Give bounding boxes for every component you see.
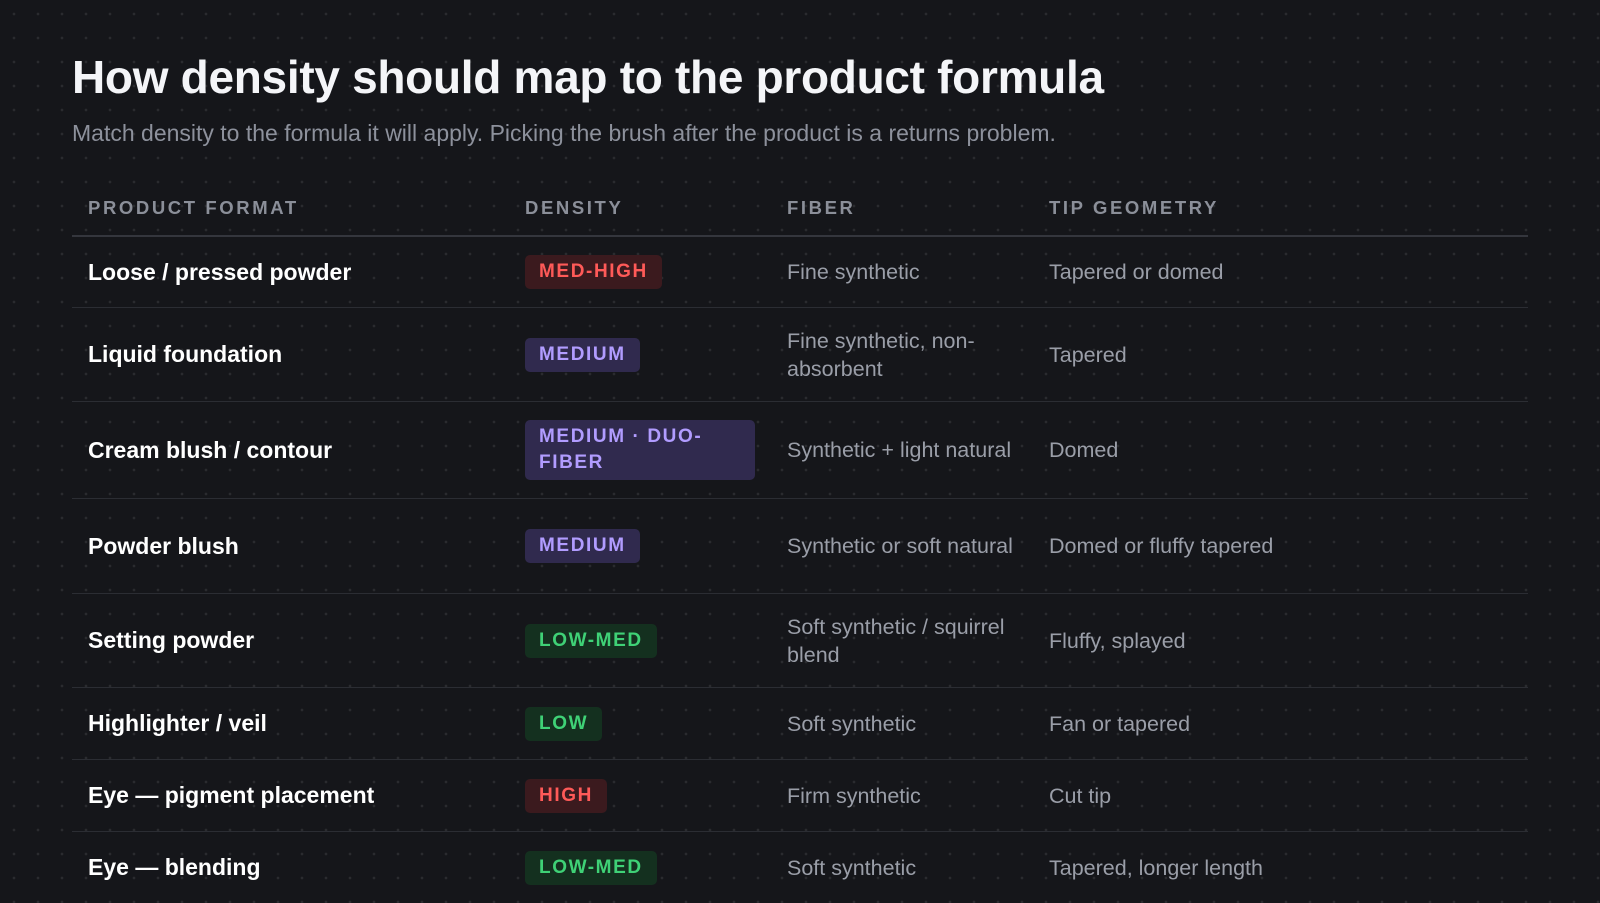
density-cell: LOW-MED xyxy=(509,850,771,885)
page-title: How density should map to the product fo… xyxy=(72,51,1104,103)
fiber-cell: Fine synthetic, non-absorbent xyxy=(787,328,975,381)
tip-geometry-cell: Fan or tapered xyxy=(1049,711,1191,736)
page-subtitle: Match density to the formula it will app… xyxy=(72,120,1056,146)
product-format-cell: Loose / pressed powder xyxy=(88,258,352,285)
column-header-fiber: FIBER xyxy=(787,196,856,218)
tip-geometry-cell: Cut tip xyxy=(1049,783,1112,808)
density-badge: HIGH xyxy=(525,778,607,813)
product-format-cell: Cream blush / contour xyxy=(88,436,333,463)
fiber-cell: Soft synthetic xyxy=(787,711,917,736)
density-cell: MEDIUM xyxy=(509,529,771,563)
density-badge: LOW xyxy=(525,706,603,741)
column-header-tip-geometry: TIP GEOMETRY xyxy=(1049,196,1219,218)
table-row: Eye — blending LOW-MED Soft synthetic Ta… xyxy=(72,832,1528,903)
fiber-cell: Synthetic or soft natural xyxy=(787,534,1013,558)
density-badge: MEDIUM xyxy=(525,337,640,372)
density-cell: MEDIUM xyxy=(509,337,771,372)
product-format-cell: Liquid foundation xyxy=(88,341,283,367)
density-cell: HIGH xyxy=(509,778,771,813)
density-badge: MEDIUM xyxy=(525,529,640,563)
density-badge: MED-HIGH xyxy=(525,255,662,289)
table-header: PRODUCT FORMAT DENSITY FIBER TIP GEOMETR… xyxy=(72,180,1528,237)
fiber-cell: Soft synthetic / squirrel blend xyxy=(787,614,1005,667)
table-row: Setting powder LOW-MED Soft synthetic / … xyxy=(72,594,1528,688)
table-row: Highlighter / veil LOW Soft synthetic Fa… xyxy=(72,688,1528,760)
density-badge: LOW-MED xyxy=(525,623,657,658)
density-cell: LOW-MED xyxy=(509,623,771,658)
product-format-cell: Setting powder xyxy=(88,627,255,653)
table-row: Cream blush / contour MEDIUM · DUO-FIBER… xyxy=(72,402,1528,499)
column-header-density: DENSITY xyxy=(525,196,624,218)
product-format-cell: Highlighter / veil xyxy=(88,710,267,736)
table-row: Liquid foundation MEDIUM Fine synthetic,… xyxy=(72,308,1528,402)
fiber-cell: Soft synthetic xyxy=(787,855,917,880)
product-format-cell: Powder blush xyxy=(88,532,239,559)
density-cell: MEDIUM · DUO-FIBER xyxy=(509,420,771,480)
fiber-cell: Firm synthetic xyxy=(787,783,921,808)
fiber-cell: Fine synthetic xyxy=(787,260,920,284)
tip-geometry-cell: Fluffy, splayed xyxy=(1049,628,1186,653)
table-row: Eye — pigment placement HIGH Firm synthe… xyxy=(72,760,1528,832)
column-header-product-format: PRODUCT FORMAT xyxy=(88,196,299,218)
table-row: Loose / pressed powder MED-HIGH Fine syn… xyxy=(72,237,1528,308)
density-badge: LOW-MED xyxy=(525,850,657,885)
density-cell: MED-HIGH xyxy=(509,255,771,289)
tip-geometry-cell: Domed or fluffy tapered xyxy=(1049,534,1274,558)
tip-geometry-cell: Tapered xyxy=(1049,342,1127,367)
product-format-cell: Eye — pigment placement xyxy=(88,782,375,808)
density-table: PRODUCT FORMAT DENSITY FIBER TIP GEOMETR… xyxy=(72,180,1528,903)
tip-geometry-cell: Domed xyxy=(1049,438,1119,462)
tip-geometry-cell: Tapered, longer length xyxy=(1049,855,1263,880)
product-format-cell: Eye — blending xyxy=(88,854,261,880)
table-row: Powder blush MEDIUM Synthetic or soft na… xyxy=(72,499,1528,594)
tip-geometry-cell: Tapered or domed xyxy=(1049,260,1224,284)
density-badge: MEDIUM · DUO-FIBER xyxy=(525,420,755,480)
density-cell: LOW xyxy=(509,706,771,741)
fiber-cell: Synthetic + light natural xyxy=(787,438,1012,462)
